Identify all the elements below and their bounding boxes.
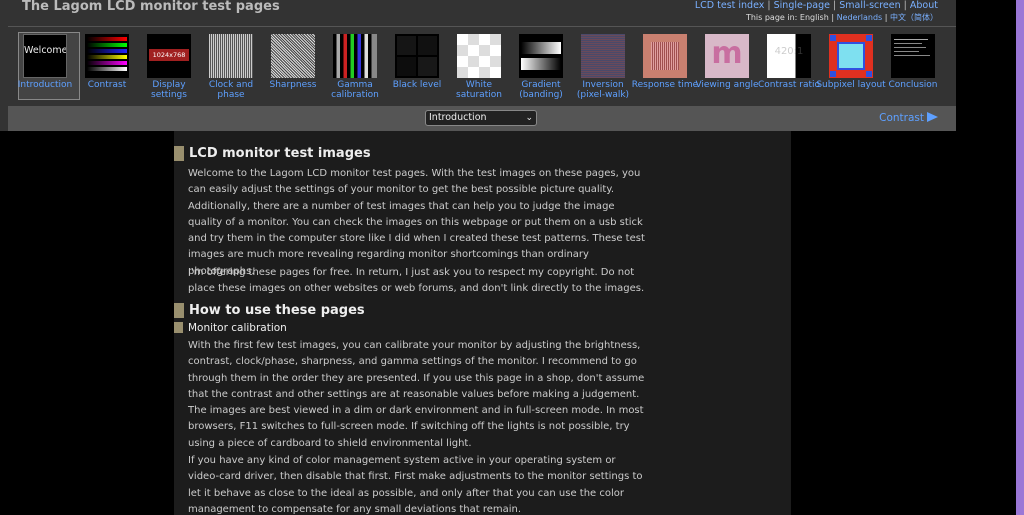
thumb-display-settings[interactable]: 1024x768 Display settings [138, 30, 200, 102]
main-content: LCD monitor test images Welcome to the L… [174, 131, 791, 515]
black-level-image [395, 34, 439, 78]
calibration-paragraph: With the first few test images, you can … [188, 340, 645, 449]
thumb-label: Display settings [151, 80, 187, 100]
thumb-label: Contrast ratio [757, 80, 821, 90]
heading-monitor-calibration: Monitor calibration [174, 322, 287, 334]
thumb-inversion-pixel-walk[interactable]: Inversion (pixel-walk) [572, 30, 634, 102]
thumb-image-text: m [711, 36, 743, 71]
thumb-label: Black level [392, 80, 442, 90]
heading-how-to-use: How to use these pages [174, 303, 365, 318]
test-thumbnail-nav: Welcome Introduction Contrast 1024x768 D… [14, 30, 950, 102]
thumb-label: Conclusion [888, 80, 938, 90]
heading-text: LCD monitor test images [189, 146, 371, 161]
thumb-label: Subpixel layout [816, 80, 886, 90]
arrow-right-icon [927, 112, 938, 122]
link-lcd-test-index[interactable]: LCD test index [695, 0, 765, 11]
thumb-clock-and-phase[interactable]: Clock and phase [200, 30, 262, 102]
response-time-image [643, 34, 687, 78]
white-saturation-image [457, 34, 501, 78]
heading-lcd-monitor-test-images: LCD monitor test images [174, 146, 371, 161]
thumb-subpixel-layout[interactable]: Subpixel layout [816, 30, 886, 102]
thumb-label: White saturation [456, 80, 502, 100]
thumb-label: Contrast [87, 80, 127, 90]
thumb-conclusion[interactable]: Conclusion [882, 30, 944, 102]
thumb-contrast[interactable]: Contrast [76, 30, 138, 102]
thumb-image-text: Welcome [24, 45, 67, 56]
copyright-paragraph: I'm offering these pages for free. In re… [188, 267, 645, 295]
site-header: The Lagom LCD monitor test pages LCD tes… [0, 0, 956, 131]
display-settings-image: 1024x768 [147, 34, 191, 78]
thumb-white-saturation[interactable]: White saturation [448, 30, 510, 102]
thumb-contrast-ratio[interactable]: 420:1 Contrast ratio [758, 30, 820, 102]
thumb-label: Inversion (pixel-walk) [576, 80, 630, 100]
header-divider [8, 26, 956, 27]
heading-text: Monitor calibration [188, 322, 287, 334]
lang-label: This page in: [745, 13, 798, 22]
page-select-dropdown[interactable]: Introduction ⌄ [425, 110, 537, 126]
sharpness-image [271, 34, 315, 78]
link-lang-nederlands[interactable]: Nederlands [837, 13, 883, 22]
thumb-image-text: 420:1 [774, 46, 804, 57]
contrast-bars-image [85, 34, 129, 78]
window-edge-strip [1016, 0, 1024, 515]
intro-paragraph: Welcome to the Lagom LCD monitor test pa… [188, 168, 645, 277]
site-title: The Lagom LCD monitor test pages [22, 0, 280, 14]
thumb-introduction[interactable]: Welcome Introduction [14, 30, 80, 102]
page-navbar: Introduction ⌄ Contrast [8, 106, 956, 131]
thumb-viewing-angle[interactable]: m Viewing angle [695, 30, 759, 102]
thumb-label: Introduction [17, 80, 73, 90]
thumb-label: Response time [631, 80, 699, 90]
top-links: LCD test index | Single-page | Small-scr… [694, 0, 938, 11]
conclusion-image [891, 34, 935, 78]
thumb-label: Gamma calibration [331, 80, 379, 100]
thumb-gamma-calibration[interactable]: Gamma calibration [324, 30, 386, 102]
thumb-gradient-banding[interactable]: Gradient (banding) [510, 30, 572, 102]
subpixel-image [829, 34, 873, 78]
welcome-thumbnail-image: Welcome [23, 34, 67, 78]
link-single-page[interactable]: Single-page [774, 0, 830, 11]
heading-marker [174, 303, 184, 318]
thumb-label: Gradient (banding) [519, 80, 563, 100]
language-selector: This page in: English | Nederlands | 中文（… [745, 13, 938, 22]
thumb-black-level[interactable]: Black level [386, 30, 448, 102]
page-select-value: Introduction [429, 112, 487, 123]
contrast-ratio-image: 420:1 [767, 34, 811, 78]
link-about[interactable]: About [910, 0, 938, 11]
inversion-image [581, 34, 625, 78]
heading-marker [174, 146, 184, 161]
thumb-sharpness[interactable]: Sharpness [262, 30, 324, 102]
thumb-image-text: 1024x768 [149, 49, 189, 61]
link-small-screen[interactable]: Small-screen [839, 0, 900, 11]
gamma-image [333, 34, 377, 78]
heading-marker [174, 322, 183, 333]
lang-current: English [799, 13, 829, 22]
gradient-image [519, 34, 563, 78]
color-management-paragraph: If you have any kind of color management… [188, 455, 643, 515]
next-page-link[interactable]: Contrast [879, 111, 938, 125]
thumb-response-time[interactable]: Response time [632, 30, 698, 102]
clock-phase-image [209, 34, 253, 78]
link-lang-chinese[interactable]: 中文（简体） [890, 13, 938, 22]
viewing-angle-image: m [705, 34, 749, 78]
thumb-label: Clock and phase [208, 80, 254, 100]
thumb-label: Sharpness [269, 80, 317, 90]
heading-text: How to use these pages [189, 303, 365, 318]
next-page-label: Contrast [879, 112, 924, 124]
thumb-label: Viewing angle [695, 80, 759, 90]
chevron-down-icon: ⌄ [525, 113, 533, 123]
